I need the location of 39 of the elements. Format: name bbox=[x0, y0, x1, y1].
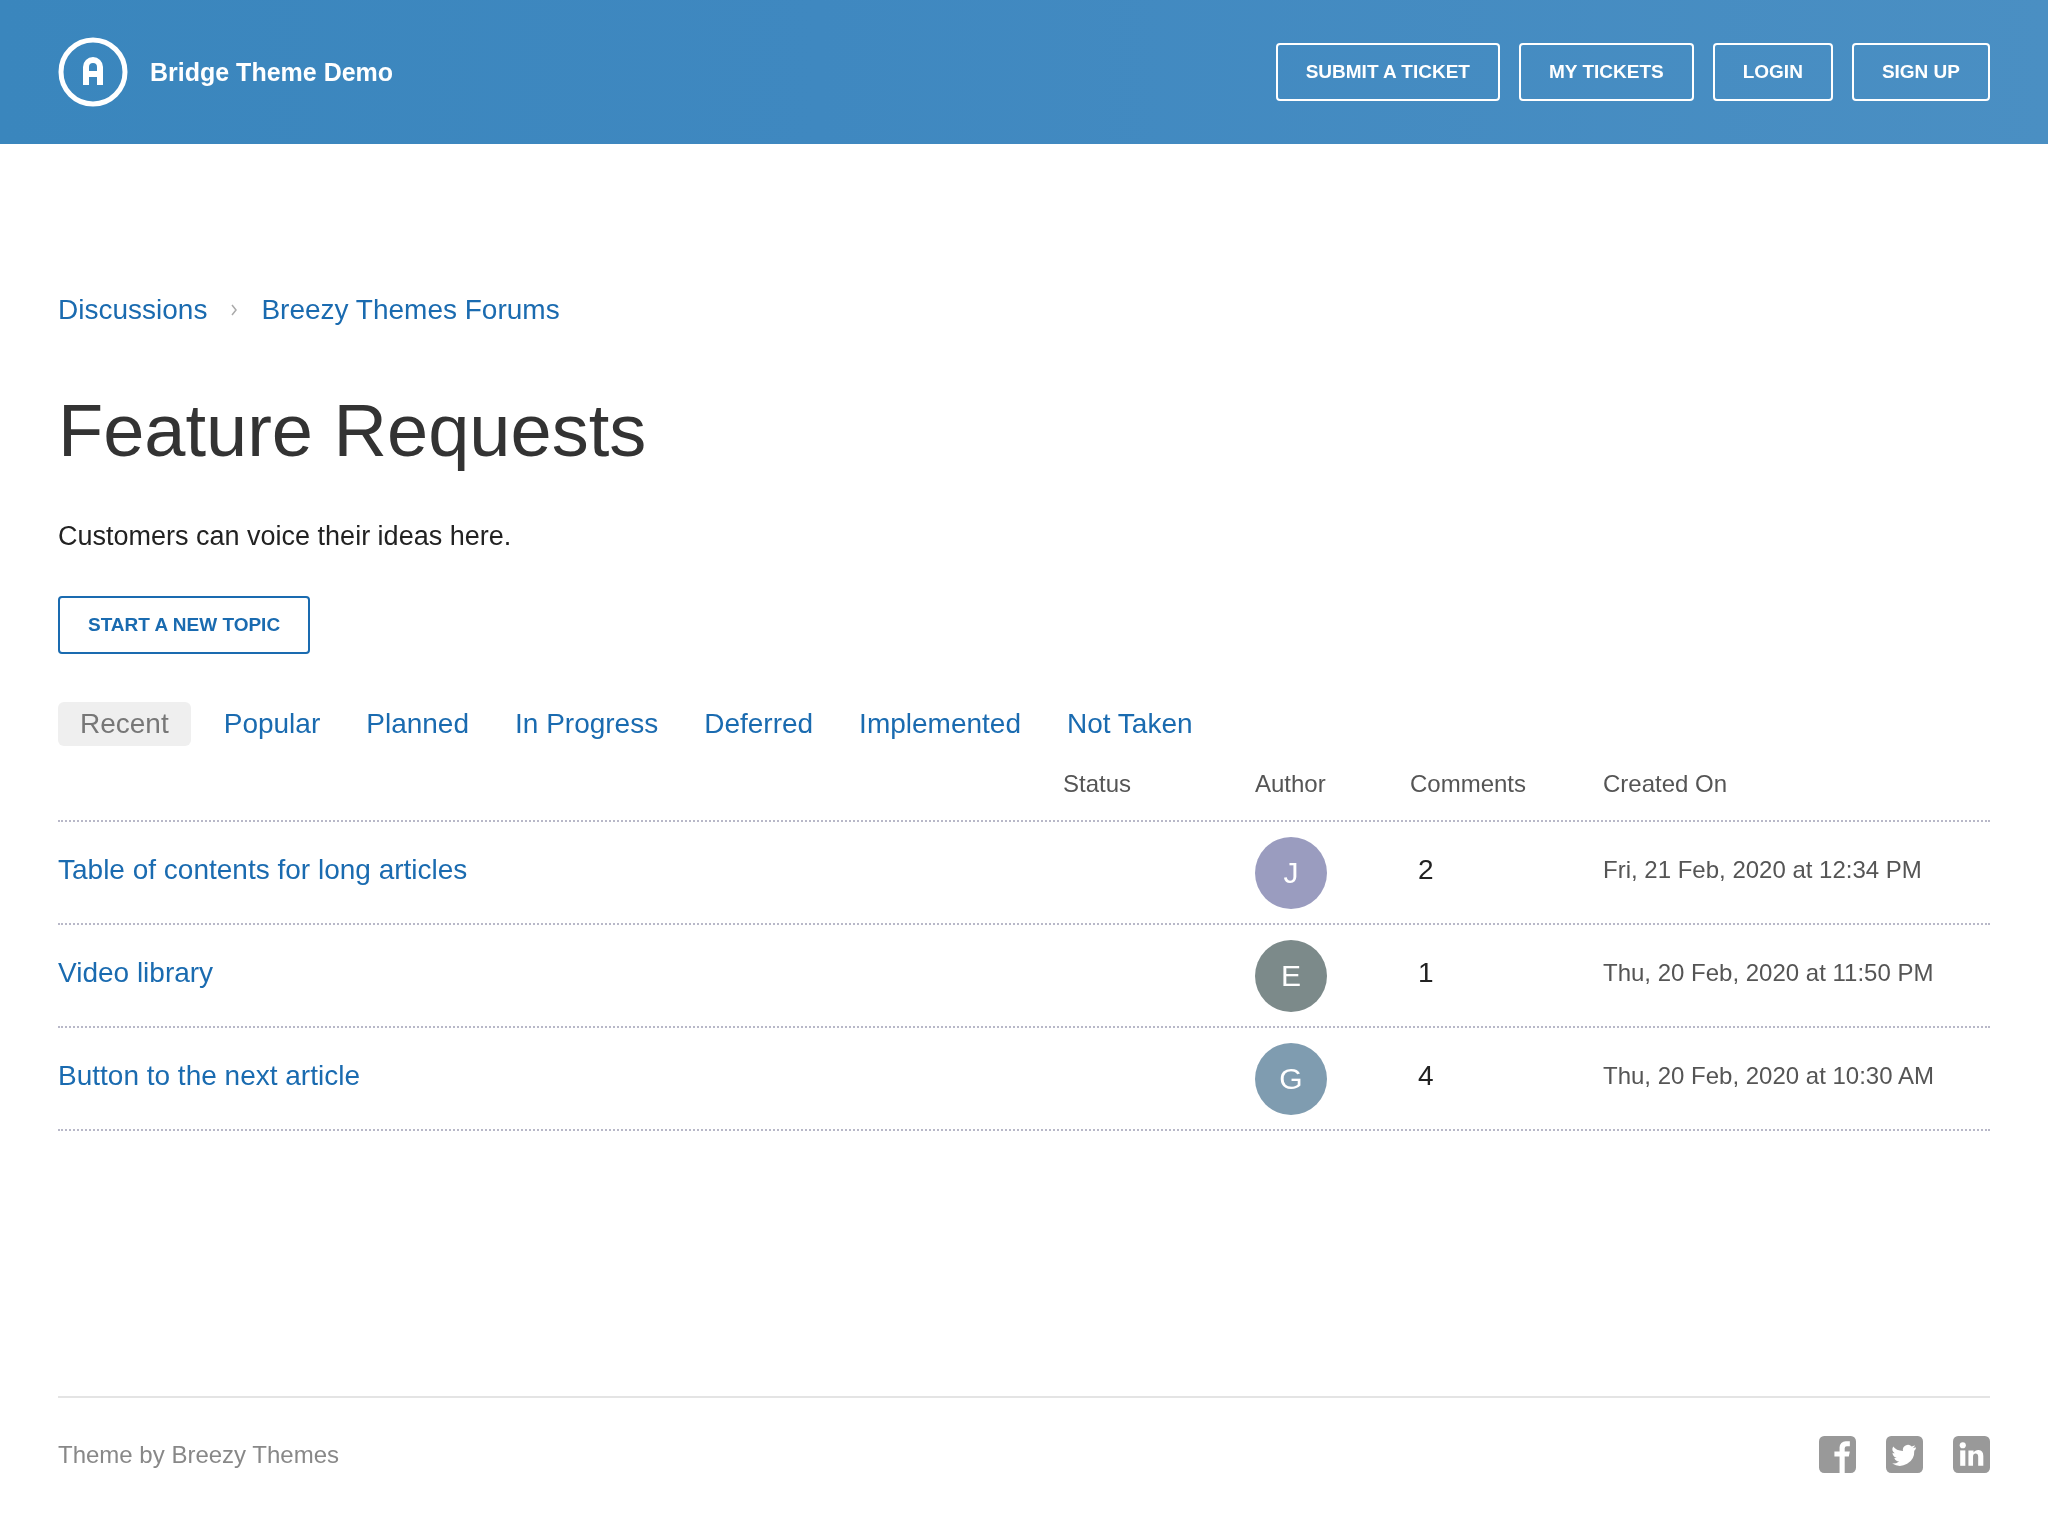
twitter-icon[interactable] bbox=[1886, 1436, 1923, 1473]
filter-tab[interactable]: Recent bbox=[58, 702, 191, 746]
site-title[interactable]: Bridge Theme Demo bbox=[150, 57, 394, 87]
breadcrumb-link[interactable]: Discussions bbox=[58, 294, 208, 326]
facebook-icon[interactable] bbox=[1819, 1436, 1856, 1473]
chevron-icon bbox=[229, 302, 240, 318]
author-avatar: E bbox=[1255, 939, 1327, 1012]
comment-count: 2 bbox=[1417, 853, 1435, 886]
column-header: Author bbox=[1255, 770, 1327, 798]
page-description: Customers can voice their ideas here. bbox=[58, 521, 513, 552]
comment-count: 1 bbox=[1417, 956, 1435, 989]
header-button[interactable]: MY TICKETS bbox=[1519, 43, 1694, 101]
footer-credit: Theme by Breezy Themes bbox=[58, 1440, 339, 1469]
topic-link[interactable]: Button to the next article bbox=[58, 1059, 1063, 1092]
filter-tab[interactable]: Planned bbox=[353, 702, 482, 746]
author-avatar: J bbox=[1255, 836, 1327, 909]
header-button[interactable]: SUBMIT A TICKET bbox=[1275, 43, 1500, 101]
linkedin-icon[interactable] bbox=[1953, 1436, 1990, 1473]
header-button[interactable]: LOGIN bbox=[1712, 43, 1833, 101]
breadcrumb-link[interactable]: Breezy Themes Forums bbox=[261, 294, 560, 326]
topic-link[interactable]: Video library bbox=[58, 956, 1063, 989]
created-date: Thu, 20 Feb, 2020 at 11:50 PM bbox=[1603, 958, 1935, 987]
created-date: Fri, 21 Feb, 2020 at 12:34 PM bbox=[1603, 855, 1923, 884]
filter-tab[interactable]: Not Taken bbox=[1054, 702, 1206, 746]
filter-tab[interactable]: Popular bbox=[210, 702, 334, 746]
page-title: Feature Requests bbox=[58, 388, 648, 473]
column-header: Status bbox=[1063, 770, 1133, 798]
column-header: Comments bbox=[1410, 770, 1528, 798]
header-button[interactable]: SIGN UP bbox=[1851, 43, 1990, 101]
filter-tab[interactable]: In Progress bbox=[502, 702, 672, 746]
comment-count: 4 bbox=[1417, 1059, 1435, 1092]
new-topic-button[interactable]: START A NEW TOPIC bbox=[58, 596, 311, 654]
logo-icon[interactable] bbox=[58, 37, 128, 107]
filter-tab[interactable]: Implemented bbox=[846, 702, 1034, 746]
author-avatar: G bbox=[1255, 1042, 1327, 1115]
column-header: Created On bbox=[1603, 770, 1729, 798]
filter-tab[interactable]: Deferred bbox=[691, 702, 827, 746]
topic-link[interactable]: Table of contents for long articles bbox=[58, 853, 1063, 886]
created-date: Thu, 20 Feb, 2020 at 10:30 AM bbox=[1603, 1061, 1935, 1090]
